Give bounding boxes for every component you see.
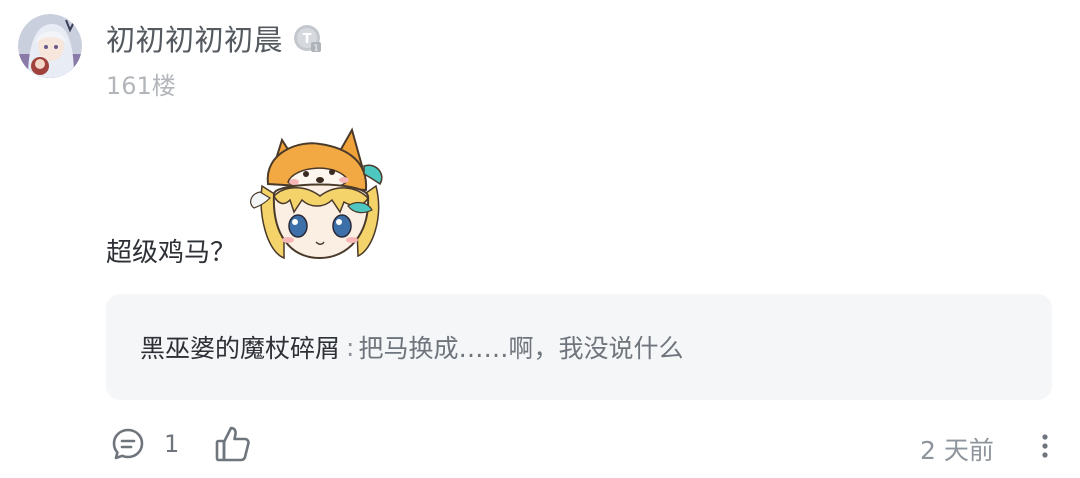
- reply-text: 把马换成……啊，我没说什么: [358, 334, 684, 363]
- level-badge-icon: T 1: [294, 25, 322, 53]
- reply-preview[interactable]: 黑巫婆的魔杖碎屑 : 把马换成……啊，我没说什么: [106, 294, 1052, 400]
- comment-count: 1: [164, 430, 180, 458]
- like-button[interactable]: [214, 424, 252, 468]
- post-item: 初初初初初晨 T 1 161楼 超级鸡马？ 黑巫婆的魔杖碎屑: 把马换成……啊…: [0, 0, 1080, 478]
- more-vertical-icon: [1042, 434, 1048, 458]
- username[interactable]: 初初初初初晨: [106, 17, 283, 59]
- svg-text:1: 1: [313, 44, 318, 53]
- thumbs-up-icon: [215, 426, 250, 462]
- reply-separator: :: [346, 332, 355, 362]
- post-time: 2 天前: [920, 436, 994, 465]
- shiba-hat-girl-sticker: [244, 122, 392, 270]
- svg-text:T: T: [303, 32, 312, 47]
- more-button[interactable]: [1032, 428, 1058, 464]
- action-bar: 1 2 天前: [106, 424, 1066, 468]
- comment-button[interactable]: 1: [110, 426, 179, 462]
- avatar[interactable]: [18, 14, 82, 78]
- comment-icon: [112, 428, 144, 460]
- post-content: 超级鸡马？: [106, 238, 237, 268]
- anime-girl-avatar-icon: [18, 14, 82, 78]
- reply-username[interactable]: 黑巫婆的魔杖碎屑: [140, 329, 340, 365]
- username-row: 初初初初初晨 T 1: [106, 16, 323, 60]
- floor-number: 161楼: [106, 72, 176, 100]
